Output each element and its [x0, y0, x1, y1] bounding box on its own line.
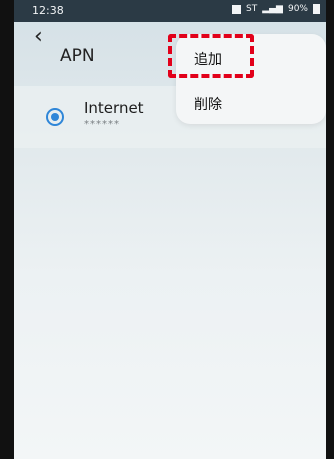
status-time: 12:38 — [32, 4, 64, 17]
phone-frame: 12:38 ST ▂▄▆ 90% ‹ APN Internet ****** 追… — [0, 0, 334, 459]
notification-icon — [232, 4, 241, 14]
apn-detail: ****** — [84, 119, 120, 130]
menu-item-add[interactable]: 追加 — [168, 34, 326, 78]
network-type-icon: ST — [246, 4, 258, 14]
radio-selected-icon[interactable] — [46, 108, 64, 126]
apn-name: Internet — [84, 99, 144, 117]
battery-percent: 90% — [287, 4, 308, 14]
highlight-box — [168, 34, 254, 78]
menu-item-label: 削除 — [194, 97, 222, 113]
overflow-menu: 追加 削除 — [168, 34, 326, 124]
chevron-left-icon: ‹ — [34, 24, 43, 49]
signal-icon: ▂▄▆ — [262, 4, 283, 14]
screen: 12:38 ST ▂▄▆ 90% ‹ APN Internet ****** 追… — [14, 0, 326, 459]
battery-icon — [313, 4, 320, 14]
status-icons: ST ▂▄▆ 90% — [232, 4, 320, 14]
menu-item-delete[interactable]: 削除 — [176, 86, 326, 118]
back-button[interactable]: ‹ — [34, 26, 43, 48]
page-title: APN — [60, 46, 95, 66]
status-bar: 12:38 ST ▂▄▆ 90% — [14, 0, 326, 22]
